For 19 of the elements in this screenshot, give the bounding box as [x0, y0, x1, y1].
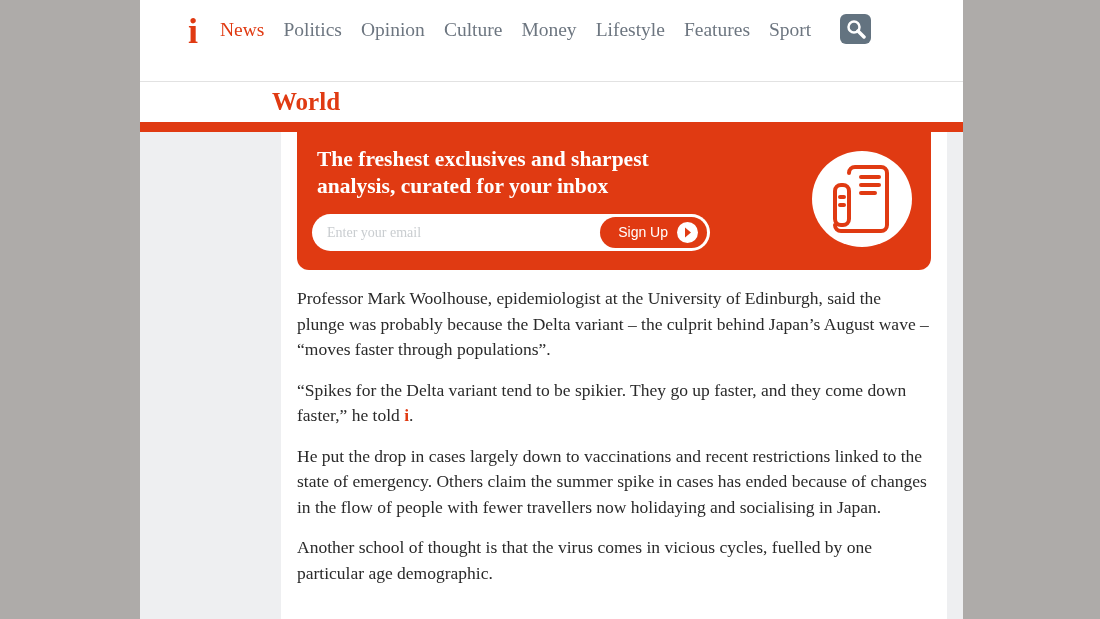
- nav-link[interactable]: Lifestyle: [595, 14, 665, 46]
- search-button[interactable]: [840, 14, 872, 44]
- nav-link[interactable]: Culture: [443, 14, 503, 46]
- nav-link[interactable]: Money: [521, 14, 577, 46]
- nav-link[interactable]: News: [220, 14, 265, 46]
- article-paragraph: “Spikes for the Delta variant tend to be spikier. They go up faster, and they come down faster,” he told i.: [297, 378, 908, 427]
- nav-link[interactable]: Sport: [769, 14, 812, 46]
- logo[interactable]: i: [188, 14, 198, 48]
- search-icon: [845, 19, 866, 39]
- article-paragraph: Another school of thought is that the virus comes in vicious cycles, fuelled by one particular age demographic.: [297, 536, 873, 585]
- nav-link[interactable]: Opinion: [360, 14, 425, 46]
- article-paragraph: He put the drop in cases largely down to vaccinations and recent restrictions linked to the state of emergency. Others claim the summer spike in cases has ended because of changes in the flow of people with fewer travellers now holidaying and socialising in Japan.: [297, 444, 928, 519]
- sign-up-button[interactable]: Sign Up: [600, 217, 707, 248]
- banner-headline: The freshest exclusives and sharpest analysis, curated for your inbox: [317, 146, 650, 200]
- nav-link[interactable]: Politics: [283, 14, 342, 46]
- section-title: World: [272, 88, 341, 115]
- nav-link[interactable]: Features: [683, 14, 750, 46]
- article-paragraph: Professor Mark Woolhouse, epidemiologist at the University of Edinburgh, said the plunge was probably because the Delta variant – the culprit behind Japan’s August wave – “moves faster through populations”.: [297, 287, 930, 361]
- play-icon: [677, 222, 698, 243]
